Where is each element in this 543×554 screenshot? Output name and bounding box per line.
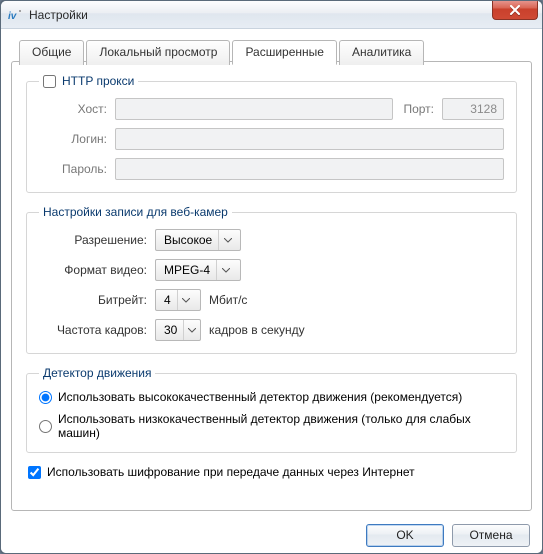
fps-label: Частота кадров:: [39, 323, 147, 337]
proxy-port-input[interactable]: [442, 98, 504, 120]
encrypt-label: Использовать шифрование при передаче дан…: [47, 465, 415, 479]
tab-local-view[interactable]: Локальный просмотр: [86, 40, 230, 65]
motion-lq-radio[interactable]: [39, 420, 52, 433]
motion-hq-label: Использовать высококачественный детектор…: [58, 390, 462, 404]
proxy-host-label: Хост:: [39, 102, 107, 116]
ok-button[interactable]: OK: [366, 524, 444, 547]
bitrate-label: Битрейт:: [39, 293, 147, 307]
window-title: Настройки: [29, 8, 88, 22]
tab-advanced[interactable]: Расширенные: [232, 40, 337, 65]
app-icon: iv: [7, 7, 23, 23]
resolution-value: Высокое: [164, 233, 212, 247]
titlebar: iv Настройки: [1, 1, 542, 29]
bitrate-unit: Мбит/с: [209, 293, 247, 307]
resolution-label: Разрешение:: [39, 233, 147, 247]
format-value: MPEG-4: [164, 263, 210, 277]
webcam-legend: Настройки записи для веб-камер: [39, 205, 232, 219]
chevron-down-icon: [183, 320, 196, 340]
tab-general[interactable]: Общие: [19, 40, 84, 65]
http-proxy-checkbox[interactable]: [43, 75, 56, 88]
proxy-host-input[interactable]: [115, 98, 393, 120]
fps-unit: кадров в секунду: [209, 323, 305, 337]
bitrate-select[interactable]: 4: [155, 289, 201, 311]
encrypt-row[interactable]: Использовать шифрование при передаче дан…: [28, 465, 517, 479]
tab-analytics[interactable]: Аналитика: [339, 40, 424, 65]
bitrate-value: 4: [164, 293, 171, 307]
http-proxy-legend: HTTP прокси: [62, 74, 134, 88]
webcam-group: Настройки записи для веб-камер Разрешени…: [26, 205, 517, 354]
motion-hq-row[interactable]: Использовать высококачественный детектор…: [39, 390, 504, 404]
http-proxy-group: HTTP прокси Хост: Порт: Логин: Пароль:: [26, 74, 517, 193]
format-select[interactable]: MPEG-4: [155, 259, 241, 281]
proxy-password-input[interactable]: [115, 158, 504, 180]
motion-lq-label: Использовать низкокачественный детектор …: [58, 412, 504, 440]
close-icon: [509, 5, 521, 15]
chevron-down-icon: [216, 260, 230, 280]
client-area: Общие Локальный просмотр Расширенные Ана…: [1, 29, 542, 553]
tabbar: Общие Локальный просмотр Расширенные Ана…: [19, 39, 532, 64]
motion-hq-radio[interactable]: [39, 391, 52, 404]
format-label: Формат видео:: [39, 263, 147, 277]
close-button[interactable]: [492, 0, 538, 20]
dialog-footer: OK Отмена: [1, 517, 542, 553]
settings-window: iv Настройки Общие Локальный просмотр Ра…: [0, 0, 543, 554]
encrypt-checkbox[interactable]: [28, 466, 41, 479]
fps-value: 30: [164, 323, 177, 337]
fps-select[interactable]: 30: [155, 319, 201, 341]
chevron-down-icon: [218, 230, 232, 250]
resolution-select[interactable]: Высокое: [155, 229, 241, 251]
proxy-port-label: Порт:: [403, 102, 434, 116]
proxy-password-label: Пароль:: [39, 162, 107, 176]
motion-lq-row[interactable]: Использовать низкокачественный детектор …: [39, 412, 504, 440]
tab-page-advanced: HTTP прокси Хост: Порт: Логин: Пароль:: [11, 61, 532, 511]
motion-group: Детектор движения Использовать высококач…: [26, 366, 517, 453]
proxy-login-input[interactable]: [115, 128, 504, 150]
svg-text:iv: iv: [8, 11, 18, 22]
cancel-button[interactable]: Отмена: [452, 524, 530, 547]
chevron-down-icon: [177, 290, 191, 310]
proxy-login-label: Логин:: [39, 132, 107, 146]
motion-legend: Детектор движения: [39, 366, 155, 380]
